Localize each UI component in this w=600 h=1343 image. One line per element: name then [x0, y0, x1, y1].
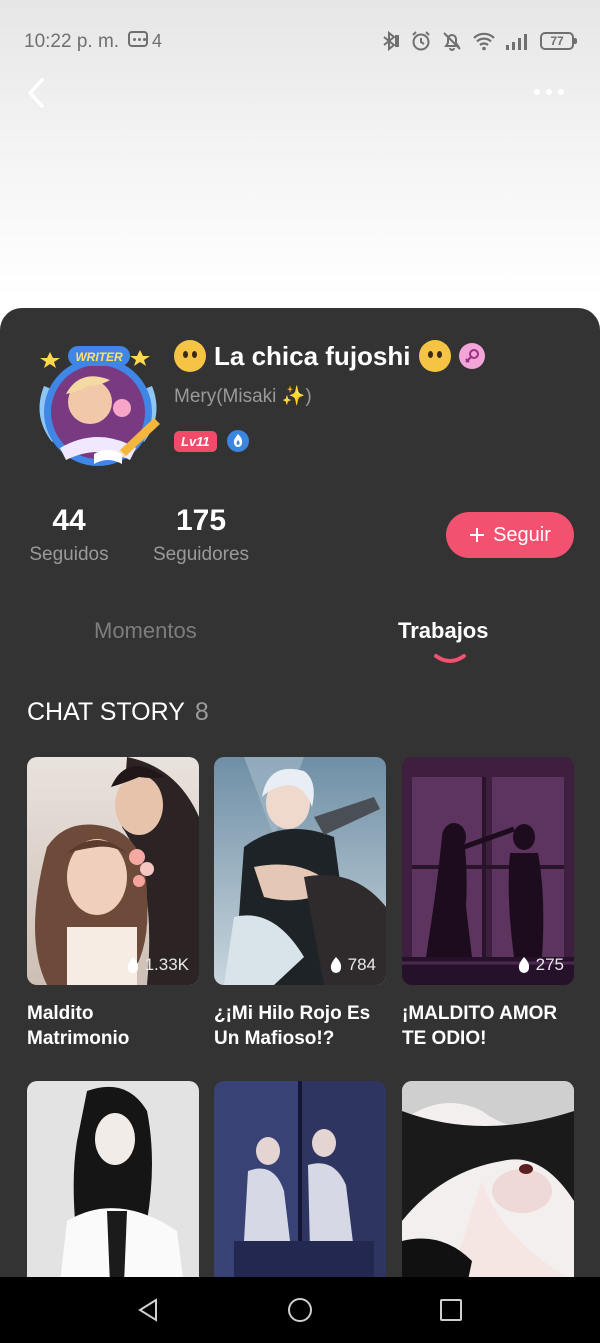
svg-text:WRITER: WRITER	[75, 350, 123, 364]
following-count: 44	[52, 504, 86, 537]
nav-back-icon[interactable]	[136, 1297, 162, 1323]
story-card[interactable]: 784 ¿¡Mi Hilo Rojo Es Un Mafioso!?	[214, 757, 386, 1051]
profile-nickname: Mery(Misaki ✨)	[174, 386, 312, 407]
story-cover-image: 1.33K	[27, 757, 199, 985]
follow-button[interactable]: Seguir	[446, 512, 574, 558]
status-time: 10:22 p. m.	[24, 31, 120, 52]
story-cover-image: 275	[402, 757, 574, 985]
alarm-icon	[412, 31, 430, 51]
story-card[interactable]	[402, 1081, 574, 1309]
writer-avatar-frame: WRITER	[39, 346, 160, 466]
profile-badges: Lv11	[174, 430, 249, 452]
followers-label: Seguidores	[152, 544, 250, 565]
story-views: 784	[329, 955, 376, 975]
story-views-count: 275	[535, 955, 564, 974]
signal-icon	[506, 34, 527, 50]
story-title: ¡MALDITO AMOR TE ODIO!	[402, 1003, 558, 1049]
story-cover-image	[402, 1081, 574, 1309]
story-cover-image	[214, 1081, 386, 1309]
plus-icon	[470, 528, 485, 542]
followers-stat[interactable]: 175 Seguidores	[148, 504, 254, 566]
story-views: 1.33K	[126, 955, 189, 975]
active-tab-indicator	[434, 654, 466, 663]
avatar[interactable]: WRITER	[30, 346, 166, 470]
story-views: 275	[517, 955, 564, 975]
story-title: ¿¡Mi Hilo Rojo Es Un Mafioso!?	[214, 1003, 371, 1049]
story-title: Maldito Matrimonio	[27, 1003, 130, 1049]
system-navigation-bar	[0, 1277, 600, 1343]
level-badge[interactable]: Lv11	[174, 430, 217, 452]
back-button[interactable]	[22, 76, 52, 110]
female-gender-icon	[458, 343, 485, 369]
chevron-left-icon	[28, 78, 44, 108]
profile-name-row: La chica fujoshi	[174, 336, 485, 376]
notifications-off-icon	[443, 32, 461, 51]
nav-home-icon[interactable]	[287, 1297, 313, 1323]
tab-momentos[interactable]: Momentos	[94, 618, 197, 644]
more-dot	[546, 89, 552, 95]
nav-recents-icon[interactable]	[438, 1297, 464, 1323]
flame-icon	[330, 956, 341, 973]
following-stat[interactable]: 44 Seguidos	[26, 504, 112, 566]
story-cover-image: 784	[214, 757, 386, 985]
follow-button-label: Seguir	[493, 523, 551, 546]
more-dot	[534, 89, 540, 95]
following-label: Seguidos	[29, 544, 109, 565]
story-card[interactable]: 1.33K Maldito Matrimonio	[27, 757, 199, 1051]
message-count: 4	[152, 31, 163, 51]
section-count: 8	[194, 698, 209, 726]
followers-count: 175	[175, 504, 227, 537]
message-icon	[128, 31, 148, 47]
story-cover-image	[27, 1081, 199, 1309]
flame-icon	[127, 956, 138, 973]
wifi-icon	[473, 32, 495, 51]
story-card[interactable]: 275 ¡MALDITO AMOR TE ODIO!	[402, 757, 574, 1051]
battery-icon: 77	[540, 32, 577, 50]
section-title-label: CHAT STORY	[27, 698, 185, 726]
pleading-face-emoji-icon	[418, 340, 451, 372]
profile-display-name: La chica fujoshi	[214, 340, 411, 371]
story-views-count: 784	[347, 955, 376, 974]
bluetooth-icon	[383, 30, 399, 52]
section-title: CHAT STORY 8	[27, 698, 209, 727]
more-dot	[558, 89, 564, 95]
story-card[interactable]	[214, 1081, 386, 1309]
more-options-button[interactable]	[534, 80, 570, 104]
flame-icon	[518, 956, 529, 973]
story-views-count: 1.33K	[144, 955, 189, 974]
pleading-face-emoji-icon	[174, 340, 206, 372]
status-bar: 10:22 p. m. 4 77	[0, 22, 600, 62]
story-card[interactable]	[27, 1081, 199, 1309]
flame-badge-icon[interactable]	[226, 430, 249, 452]
status-icons: 77	[379, 28, 577, 54]
tab-trabajos[interactable]: Trabajos	[398, 618, 488, 644]
